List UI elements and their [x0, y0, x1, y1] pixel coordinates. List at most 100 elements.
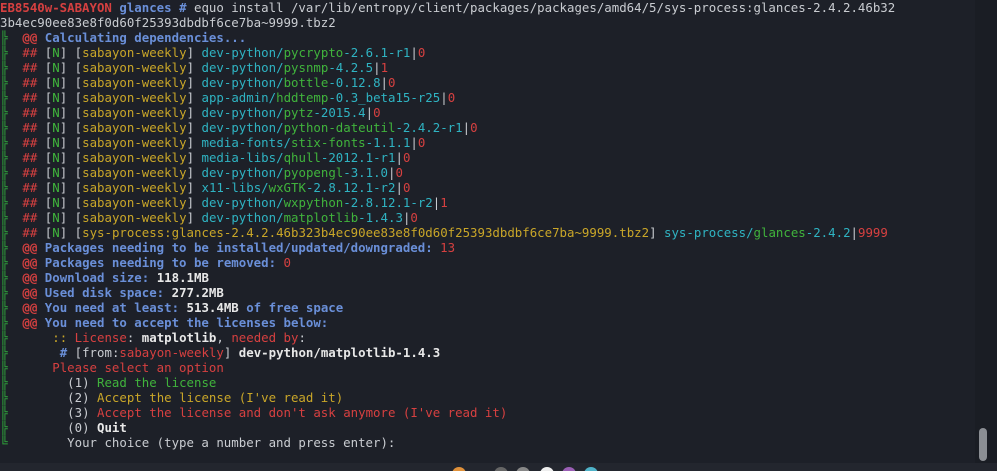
dependency-row: ╠ ## [N] [sabayon-weekly] dev-python/pyc… [0, 45, 426, 60]
license-from-line: ╠ # [from:sabayon-weekly] dev-python/mat… [0, 345, 441, 360]
option-1-line[interactable]: ╠ (1) Read the license [0, 375, 216, 390]
dep-repo: sabayon-weekly [82, 45, 187, 60]
option-2-line[interactable]: ╠ (2) Accept the license (I've read it) [0, 390, 343, 405]
option-2-label[interactable]: Accept the license (I've read it) [97, 390, 343, 405]
scrollbar-thumb[interactable] [979, 428, 987, 461]
dep-category: sys-process/ [664, 225, 754, 240]
dep-name: pycrypto [283, 45, 344, 60]
dep-category: dev-python/ [201, 60, 284, 75]
dep-slot: 0 [373, 105, 381, 120]
tree-marker: ╠ [0, 390, 8, 405]
dock-app-icon[interactable] [516, 467, 530, 471]
license-from-label: from [82, 345, 112, 360]
dep-pipe: | [410, 135, 418, 150]
hash-marker: ## [22, 225, 38, 240]
option-3-line[interactable]: ╠ (3) Accept the license and don't ask a… [0, 405, 507, 420]
dep-repo: sabayon-weekly [82, 120, 187, 135]
dep-slot: 0 [402, 180, 411, 195]
at-marker: @@ [22, 315, 38, 330]
hash-marker: ## [22, 120, 38, 135]
dep-slot: 9999 [858, 225, 888, 240]
choice-prompt-line[interactable]: ╚ Your choice (type a number and press e… [0, 435, 395, 450]
tree-marker: ╠ [0, 375, 8, 390]
dock-app-icon[interactable] [584, 467, 598, 471]
license-from-repo: sabayon-weekly [119, 345, 224, 360]
dep-slot: 0 [417, 45, 426, 60]
hash-marker: ## [22, 150, 38, 165]
calc-text: Calculating dependencies... [44, 30, 247, 45]
tree-marker: ╠ [0, 420, 8, 435]
dependency-row: ╠ ## [N] [sabayon-weekly] media-libs/qhu… [0, 150, 411, 165]
tree-marker: ╠ [0, 45, 8, 60]
dep-flag: N [52, 195, 60, 210]
summary-remove-line: ╠ @@ Packages needing to be removed: 0 [0, 255, 291, 270]
dep-name: stix-fonts [291, 135, 366, 150]
tree-marker: ╠ [0, 195, 8, 210]
at-marker: @@ [22, 270, 38, 285]
dep-version: -0.12.8 [328, 75, 381, 90]
dep-name: wxpython [283, 195, 344, 210]
option-1-label[interactable]: Read the license [97, 375, 216, 390]
summary-download-value: 118.1MB [156, 270, 209, 285]
option-0-line[interactable]: ╠ (0) Quit [0, 420, 127, 435]
hash-marker: ## [22, 75, 38, 90]
dep-version: -2.4.2 [805, 225, 851, 240]
dependency-row: ╠ ## [N] [sabayon-weekly] media-fonts/st… [0, 135, 426, 150]
license-needed-by: needed by [231, 330, 299, 345]
hash-marker: ## [22, 210, 38, 225]
tree-marker: ╠ [0, 405, 8, 420]
dep-category: dev-python/ [201, 210, 284, 225]
dep-slot: 0 [417, 135, 426, 150]
prompt-symbol: # [179, 0, 187, 15]
tree-marker: ╠ [0, 240, 8, 255]
dep-name: hddtemp [276, 90, 329, 105]
dep-pipe: | [440, 90, 448, 105]
dep-pipe: | [380, 75, 389, 90]
hash-marker: ## [22, 45, 38, 60]
dep-repo: sabayon-weekly [82, 180, 187, 195]
terminal-window[interactable]: EB8540w-SABAYON glances # equo install /… [0, 0, 975, 463]
dep-version: -1.1.1 [365, 135, 411, 150]
dock-app-icon[interactable] [540, 467, 554, 471]
dep-flag: N [52, 120, 60, 135]
license-line: ╠ :: License: matplotlib, needed by: [0, 330, 306, 345]
dep-slot: 0 [447, 90, 456, 105]
option-0-label[interactable]: Quit [97, 420, 127, 435]
dep-version: -2015.4 [313, 105, 366, 120]
comma: , [216, 330, 224, 345]
dependency-row: ╠ ## [N] [sys-process:glances-2.4.2.46b3… [0, 225, 888, 240]
dep-flag: N [52, 75, 60, 90]
colon: : [126, 330, 135, 345]
tree-marker: ╠ [0, 270, 8, 285]
dep-flag: N [52, 105, 60, 120]
tree-marker: ╠ [0, 150, 8, 165]
summary-need-label: You need at least: [44, 300, 180, 315]
dep-category: x11-libs/ [201, 180, 269, 195]
tree-marker: ╠ [0, 330, 8, 345]
dep-version: -2.8.12.1-r2 [343, 195, 433, 210]
dep-repo: sabayon-weekly [82, 195, 187, 210]
dock-app-icon[interactable] [452, 467, 466, 471]
summary-remove-value: 0 [283, 255, 291, 270]
tree-marker: ╠ [0, 165, 8, 180]
dep-name: qhull [283, 150, 321, 165]
hash-marker: ## [22, 195, 38, 210]
dep-flag: N [52, 180, 60, 195]
scrollbar[interactable] [975, 0, 997, 463]
summary-disk-value: 277.2MB [171, 285, 224, 300]
dep-name: pyopengl [283, 165, 344, 180]
dep-repo: sabayon-weekly [82, 150, 187, 165]
dep-version: -0.3_beta15-r25 [328, 90, 441, 105]
dep-slot: 0 [388, 75, 396, 90]
choice-prompt[interactable]: Your choice (type a number and press ent… [67, 435, 395, 450]
dep-category: dev-python/ [201, 120, 284, 135]
dep-flag: N [52, 90, 60, 105]
prompt-command-cont: 3b4ec90ee83e8f0d60f25393dbdbf6ce7ba~9999… [0, 15, 336, 30]
dock-app-icon[interactable] [494, 467, 508, 471]
option-3-label[interactable]: Accept the license and don't ask anymore… [97, 405, 507, 420]
hash-marker: ## [22, 165, 38, 180]
tree-marker: ╠ [0, 60, 8, 75]
dep-category: dev-python/ [201, 45, 284, 60]
dock-app-icon[interactable] [562, 467, 576, 471]
dep-category: dev-python/ [201, 75, 284, 90]
